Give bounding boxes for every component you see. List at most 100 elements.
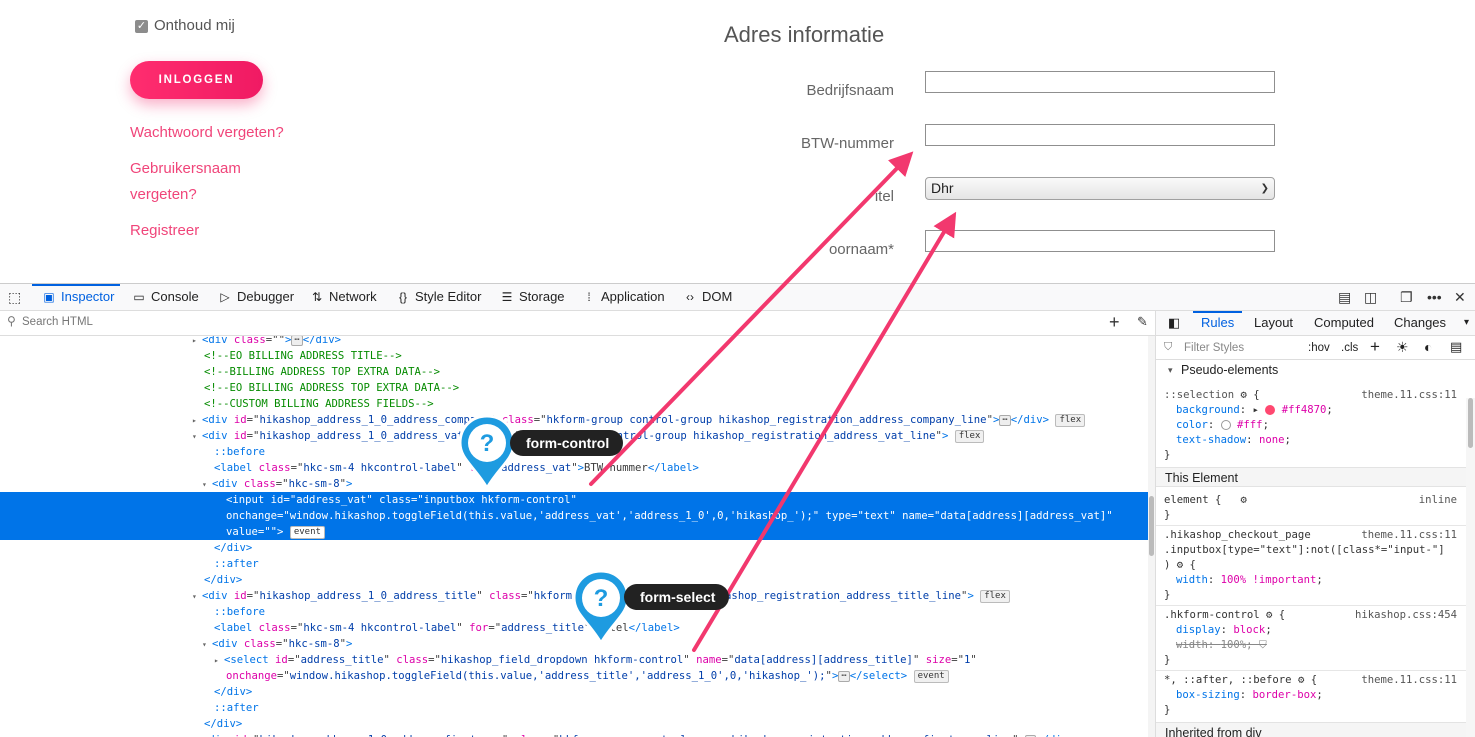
print-media-icon[interactable]: ▤	[1450, 339, 1462, 355]
tab-network[interactable]: ⇅ Network	[310, 284, 377, 310]
tab-layout[interactable]: Layout	[1254, 311, 1293, 335]
tab-rules[interactable]: Rules	[1192, 311, 1243, 335]
add-rule-icon[interactable]: +	[1370, 337, 1380, 357]
html-tree-row[interactable]: </div>	[0, 716, 1148, 732]
forgot-username-link-line2[interactable]: vergeten?	[130, 182, 197, 208]
filter-styles-input[interactable]: Filter Styles	[1184, 342, 1244, 354]
expand-open-icon[interactable]: ▾	[202, 477, 212, 493]
html-tree-row[interactable]: onchange="window.hikashop.toggleField(th…	[0, 668, 1148, 684]
tree-scrollbar[interactable]	[1148, 336, 1155, 737]
html-tree-row[interactable]: ▸<div id="hikashop_address_1_0_address_f…	[0, 732, 1148, 737]
cls-button[interactable]: .cls	[1341, 342, 1358, 354]
tab-debugger[interactable]: ▷ Debugger	[218, 284, 294, 310]
svg-text:?: ?	[480, 430, 495, 457]
expand-open-icon[interactable]: ▾	[192, 429, 202, 445]
tab-storage[interactable]: ☰ Storage	[500, 284, 565, 310]
html-tree-row[interactable]: value=""> event	[0, 524, 1148, 540]
screenshot-icon[interactable]: ◫	[1364, 284, 1377, 310]
rules-tabs: ◧ Rules Layout Computed Changes ▾	[1156, 311, 1475, 336]
flex-badge[interactable]: flex	[980, 589, 1010, 603]
more-options-icon[interactable]: •••	[1427, 284, 1442, 310]
register-link[interactable]: Registreer	[130, 218, 199, 244]
filter-icon: ⛉	[1164, 341, 1173, 353]
html-tree-row[interactable]: <!--EO BILLING ADDRESS TITLE-->	[0, 348, 1148, 364]
rule-close: }	[1164, 449, 1171, 461]
html-tree-row[interactable]: ::after	[0, 700, 1148, 716]
html-tree-text: <!--CUSTOM BILLING ADDRESS FIELDS-->	[204, 398, 434, 410]
html-tree-row[interactable]: </div>	[0, 684, 1148, 700]
html-tree-row[interactable]: <!--CUSTOM BILLING ADDRESS FIELDS-->	[0, 396, 1148, 412]
add-node-icon[interactable]: +	[1109, 312, 1120, 333]
title-select[interactable]: Dhr ❯	[925, 177, 1275, 200]
boxsizing-rule-source[interactable]: theme.11.css:11	[1361, 674, 1457, 686]
tab-computed[interactable]: Computed	[1314, 311, 1374, 335]
flex-badge[interactable]: flex	[954, 429, 985, 443]
html-tree-text: <!--EO BILLING ADDRESS TOP EXTRA DATA-->	[204, 382, 460, 394]
help-pin-icon: ?	[572, 569, 630, 645]
tab-console[interactable]: ▭ Console	[132, 284, 198, 310]
expand-closed-icon[interactable]: ▸	[192, 733, 202, 737]
html-tree-text: </div>	[214, 686, 253, 698]
split-console-icon[interactable]: ▤	[1338, 284, 1351, 310]
selection-rule-source[interactable]: theme.11.css:11	[1361, 389, 1457, 401]
tab-dom[interactable]: ‹› DOM	[683, 284, 732, 310]
firstname-input[interactable]	[925, 230, 1275, 252]
html-tree-row[interactable]: <!--EO BILLING ADDRESS TOP EXTRA DATA-->	[0, 380, 1148, 396]
checkout-rule-selector2: .inputbox[type="text"]:not([class*="inpu…	[1164, 544, 1445, 556]
html-tree-row[interactable]: <!--BILLING ADDRESS TOP EXTRA DATA-->	[0, 364, 1148, 380]
checkout-rule-source[interactable]: theme.11.css:11	[1361, 529, 1457, 541]
event-badge[interactable]: event	[913, 669, 949, 683]
expand-open-icon[interactable]: ▾	[192, 589, 202, 605]
checkout-rule-open: ) ⚙ {	[1164, 559, 1196, 571]
tab-changes[interactable]: Changes	[1394, 311, 1446, 335]
tab-style-editor[interactable]: {} Style Editor	[396, 284, 482, 310]
html-tree-row[interactable]: <label class="hkc-sm-4 hkcontrol-label" …	[0, 460, 1148, 476]
company-input[interactable]	[925, 71, 1275, 93]
tab-label: Style Editor	[415, 289, 482, 304]
html-tree-row[interactable]: ▸ <select id="address_title" class="hikas…	[0, 652, 1148, 668]
forgot-password-link[interactable]: Wachtwoord vergeten?	[130, 120, 284, 146]
svg-text:?: ?	[594, 585, 609, 612]
expand-open-icon[interactable]: ▾	[202, 637, 212, 653]
hov-button[interactable]: :hov	[1308, 342, 1330, 354]
element-picker-icon[interactable]: ⬚	[8, 284, 21, 310]
html-tree-row[interactable]: ▾ <div class="hkc-sm-8">	[0, 476, 1148, 492]
inspector-icon: ▣	[43, 290, 55, 304]
html-tree-row[interactable]: onchange="window.hikashop.toggleField(th…	[0, 508, 1148, 524]
close-icon[interactable]: ✕	[1454, 284, 1466, 310]
hkform-rule-source[interactable]: hikashop.css:454	[1355, 609, 1457, 621]
chevron-down-icon[interactable]: ▾	[1464, 311, 1469, 335]
html-tree-row[interactable]: ▸ <div id="hikashop_address_1_0_address_c…	[0, 412, 1148, 428]
dark-mode-icon[interactable]: ◐	[1424, 339, 1432, 355]
html-tree-text: </div>	[214, 542, 253, 554]
tab-inspector[interactable]: ▣ Inspector	[31, 284, 122, 310]
network-icon: ⇅	[311, 290, 323, 304]
html-tree-text: <div class="hkc-sm-8">	[212, 638, 353, 650]
html-tree-text: ::before	[214, 606, 266, 618]
html-tree-row[interactable]: <input id="address_vat" class="inputbox …	[0, 492, 1148, 508]
dock-icon[interactable]: ❐	[1400, 284, 1413, 310]
html-tree-row[interactable]: </div>	[0, 540, 1148, 556]
html-tree: ▸ <div class=""> ⋯ </div> <!--EO BILLING ADD…	[0, 336, 1148, 737]
collapse-icon[interactable]: ▾	[1168, 365, 1173, 376]
search-input[interactable]: Search HTML	[22, 316, 93, 328]
this-element-header: This Element	[1156, 467, 1466, 487]
html-tree-text: </div>	[204, 718, 243, 730]
expand-closed-icon[interactable]: ▸	[192, 413, 202, 429]
tab-application[interactable]: ⁞ Application	[582, 284, 665, 310]
tab-label: Application	[601, 289, 665, 304]
login-button[interactable]: INLOGGEN	[130, 61, 263, 99]
eyedropper-icon[interactable]: ✎	[1137, 314, 1148, 330]
remember-checkbox[interactable]: ✓	[135, 20, 148, 33]
html-tree-text: <input id="address_vat" class="inputbox …	[226, 494, 577, 506]
forgot-username-link[interactable]: Gebruikersnaam	[130, 156, 241, 182]
flex-badge[interactable]: flex	[1055, 413, 1086, 427]
element-rule-source: inline	[1418, 494, 1457, 506]
light-mode-icon[interactable]: ☀	[1396, 339, 1409, 356]
expand-closed-icon[interactable]: ▸	[214, 653, 224, 669]
html-tree-row[interactable]: ▸ <div class=""> ⋯ </div>	[0, 336, 1148, 348]
rules-scrollbar[interactable]	[1466, 398, 1475, 737]
panel-toggle-icon[interactable]: ◧	[1168, 311, 1180, 335]
vat-input[interactable]	[925, 124, 1275, 146]
event-badge[interactable]: event	[289, 525, 325, 539]
